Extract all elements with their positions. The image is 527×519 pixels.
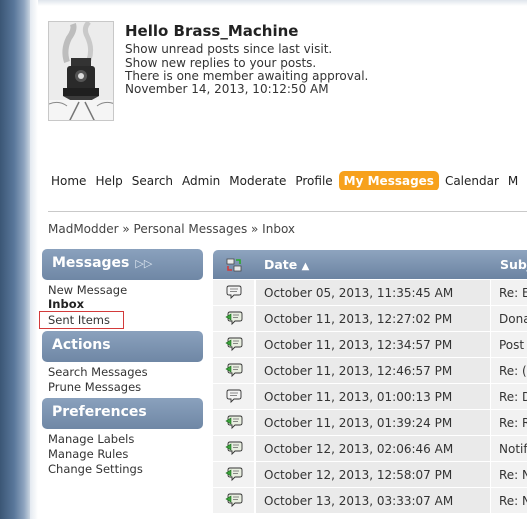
- new-replies-link[interactable]: Show new replies to your posts.: [125, 56, 316, 70]
- row-status-cell: [213, 462, 255, 487]
- row-status-cell: [213, 384, 255, 409]
- collapse-arrows-icon[interactable]: ▷▷: [135, 257, 152, 270]
- menu-help[interactable]: Help: [92, 171, 125, 190]
- prune-messages-link[interactable]: Prune Messages: [48, 380, 141, 394]
- replied-message-icon: [225, 336, 243, 356]
- table-row[interactable]: October 11, 2013, 12:34:57 PM Post: [213, 332, 527, 358]
- window-left-border: [0, 0, 30, 519]
- row-subject[interactable]: Re: N: [491, 488, 527, 513]
- messages-section-header[interactable]: Messages ▷▷: [42, 249, 203, 280]
- row-status-cell: [213, 332, 255, 357]
- manage-labels-link[interactable]: Manage Labels: [48, 432, 134, 446]
- table-row[interactable]: October 11, 2013, 12:46:57 PM Re: (: [213, 358, 527, 384]
- table-row[interactable]: October 11, 2013, 01:39:24 PM Re: R: [213, 410, 527, 436]
- table-row[interactable]: October 12, 2013, 02:06:46 AM Notif: [213, 436, 527, 462]
- row-status-cell: [213, 436, 255, 461]
- date-header-label: Date: [264, 257, 298, 272]
- row-date: October 13, 2013, 03:33:07 AM: [256, 488, 490, 513]
- current-datetime: November 14, 2013, 10:12:50 AM: [125, 82, 329, 96]
- row-date: October 05, 2013, 11:35:45 AM: [256, 280, 490, 305]
- unread-posts-link[interactable]: Show unread posts since last visit.: [125, 42, 332, 56]
- row-status-cell: [213, 280, 255, 305]
- row-subject[interactable]: Post: [491, 332, 527, 357]
- table-row[interactable]: October 05, 2013, 11:35:45 AM Re: E: [213, 280, 527, 306]
- table-header: Date ▲ Subj: [213, 250, 527, 279]
- row-date: October 11, 2013, 01:39:24 PM: [256, 410, 490, 435]
- table-row[interactable]: October 12, 2013, 12:58:07 PM Re: N: [213, 462, 527, 488]
- menu-home[interactable]: Home: [48, 171, 89, 190]
- replied-message-icon: [225, 492, 243, 512]
- menu-profile[interactable]: Profile: [292, 171, 335, 190]
- preferences-header-label: Preferences: [52, 404, 147, 420]
- row-subject[interactable]: Re: (: [491, 358, 527, 383]
- breadcrumb[interactable]: MadModder » Personal Messages » Inbox: [48, 222, 295, 236]
- row-subject[interactable]: Re: R: [491, 410, 527, 435]
- message-icon: [225, 284, 243, 304]
- replied-message-icon: [225, 414, 243, 434]
- new-message-link[interactable]: New Message: [48, 283, 127, 297]
- row-subject[interactable]: Re: D: [491, 384, 527, 409]
- menu-calendar[interactable]: Calendar: [442, 171, 502, 190]
- awaiting-approval-link[interactable]: There is one member awaiting approval.: [125, 69, 368, 83]
- row-status-cell: [213, 410, 255, 435]
- inbox-link[interactable]: Inbox: [48, 297, 84, 311]
- replied-message-icon: [225, 466, 243, 486]
- table-row[interactable]: October 13, 2013, 03:33:07 AM Re: N: [213, 488, 527, 514]
- actions-section-header: Actions: [42, 331, 203, 362]
- avatar[interactable]: [48, 21, 114, 121]
- replied-message-icon: [225, 440, 243, 460]
- manage-rules-link[interactable]: Manage Rules: [48, 447, 128, 461]
- row-date: October 11, 2013, 01:00:13 PM: [256, 384, 490, 409]
- row-date: October 11, 2013, 12:27:02 PM: [256, 306, 490, 331]
- messages-table: Date ▲ Subj October 05, 2013, 11:35:45 A…: [213, 250, 527, 519]
- row-status-cell: [213, 306, 255, 331]
- row-status-cell: [213, 488, 255, 513]
- toggle-read-status-icon[interactable]: [225, 256, 243, 274]
- menu-search[interactable]: Search: [129, 171, 176, 190]
- sort-ascending-icon: ▲: [301, 261, 310, 272]
- table-row[interactable]: October 11, 2013, 12:27:02 PM Dona: [213, 306, 527, 332]
- date-column-header[interactable]: Date ▲: [264, 257, 309, 272]
- window-left-shadow: [30, 0, 38, 519]
- sent-items-highlight-box: [39, 311, 124, 329]
- row-date: October 11, 2013, 12:46:57 PM: [256, 358, 490, 383]
- search-messages-link[interactable]: Search Messages: [48, 365, 148, 379]
- row-subject[interactable]: Re: N: [491, 462, 527, 487]
- row-subject[interactable]: Dona: [491, 306, 527, 331]
- replied-message-icon: [225, 310, 243, 330]
- row-date: October 12, 2013, 12:58:07 PM: [256, 462, 490, 487]
- main-menu: Home Help Search Admin Moderate Profile My Mes…: [48, 170, 527, 190]
- top-gradient: [38, 0, 527, 6]
- row-subject[interactable]: Notif: [491, 436, 527, 461]
- subject-column-header[interactable]: Subj: [500, 257, 527, 272]
- replied-message-icon: [225, 362, 243, 382]
- menu-moderate[interactable]: Moderate: [226, 171, 289, 190]
- greeting-title: Hello Brass_Machine: [125, 22, 299, 40]
- table-row[interactable]: October 11, 2013, 01:00:13 PM Re: D: [213, 384, 527, 410]
- menu-my-messages[interactable]: My Messages: [338, 171, 439, 190]
- row-subject[interactable]: Re: E: [491, 280, 527, 305]
- row-date: October 11, 2013, 12:34:57 PM: [256, 332, 490, 357]
- actions-header-label: Actions: [52, 337, 111, 353]
- menu-members-truncated[interactable]: M: [505, 171, 521, 190]
- change-settings-link[interactable]: Change Settings: [48, 462, 143, 476]
- row-status-cell: [213, 358, 255, 383]
- menu-admin[interactable]: Admin: [179, 171, 223, 190]
- row-date: October 12, 2013, 02:06:46 AM: [256, 436, 490, 461]
- messages-header-label: Messages: [52, 255, 130, 271]
- header-divider: [48, 211, 527, 212]
- preferences-section-header: Preferences: [42, 398, 203, 429]
- message-icon: [225, 388, 243, 408]
